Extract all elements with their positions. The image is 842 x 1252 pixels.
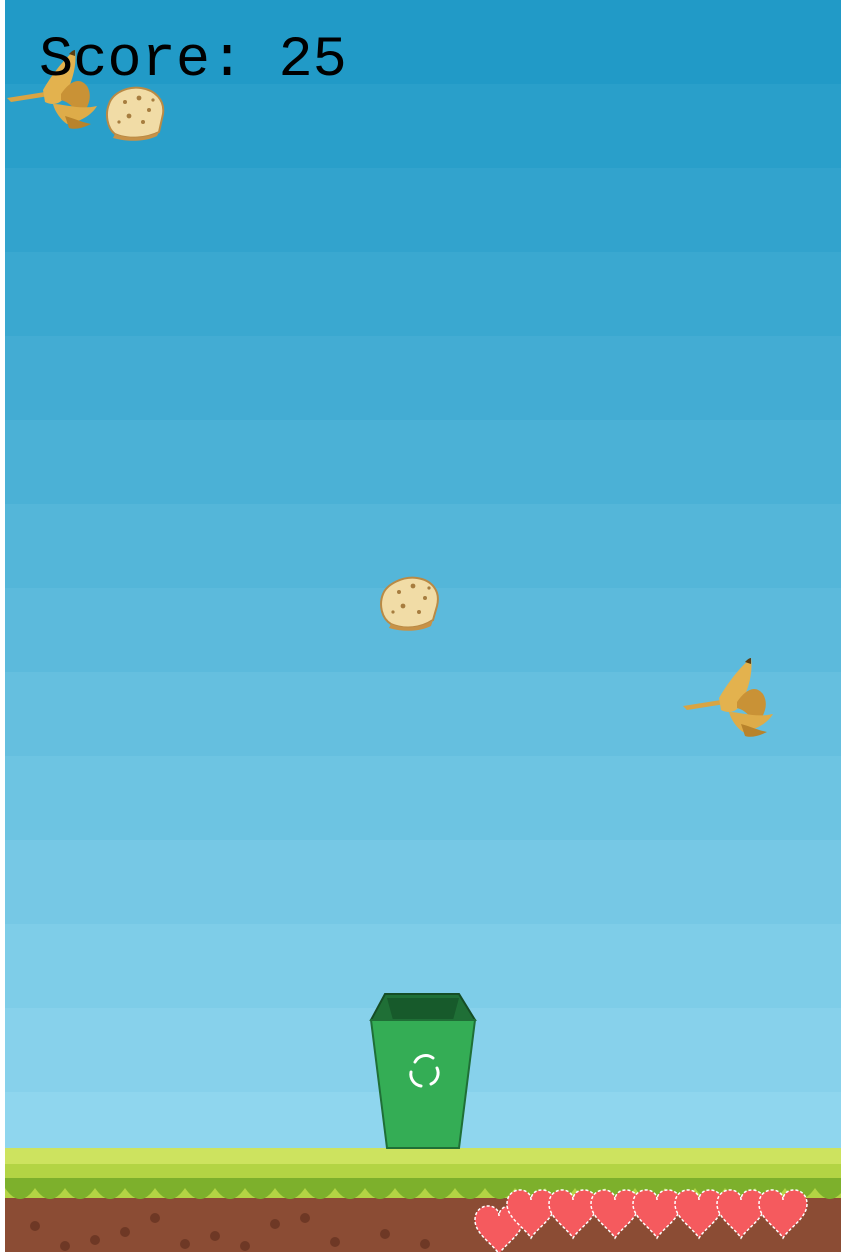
dirt-speck <box>240 1241 250 1251</box>
sky-band <box>5 840 841 924</box>
heart-icon <box>590 1189 640 1240</box>
score-display: Score: 25 <box>39 28 347 94</box>
dirt-speck <box>90 1235 100 1245</box>
sky-band <box>5 756 841 840</box>
score-value: 25 <box>278 29 347 93</box>
banana-peel-icon <box>683 658 773 737</box>
dirt-speck <box>420 1239 430 1249</box>
dirt-speck <box>210 1231 220 1241</box>
bread-icon <box>380 576 439 631</box>
dirt-speck <box>270 1219 280 1229</box>
sky-band <box>5 168 841 252</box>
heart-icon <box>674 1189 724 1240</box>
dirt-speck <box>30 1221 40 1231</box>
game-canvas[interactable]: Score: 25 <box>5 0 841 1252</box>
heart-icon <box>548 1189 598 1240</box>
dirt-speck <box>380 1229 390 1239</box>
heart-icon <box>758 1189 808 1240</box>
dirt-speck <box>330 1237 340 1247</box>
dirt-speck <box>180 1239 190 1249</box>
recycle-bin-player[interactable] <box>367 990 479 1152</box>
dirt-speck <box>60 1241 70 1251</box>
sky-band <box>5 420 841 504</box>
dirt-speck <box>120 1227 130 1237</box>
heart-icon <box>632 1189 682 1240</box>
dirt-speck <box>150 1213 160 1223</box>
sky-band <box>5 336 841 420</box>
lives-hearts <box>474 1189 808 1252</box>
heart-icon <box>716 1189 766 1240</box>
sky-band <box>5 252 841 336</box>
score-label: Score: <box>39 29 245 93</box>
dirt-speck <box>300 1213 310 1223</box>
